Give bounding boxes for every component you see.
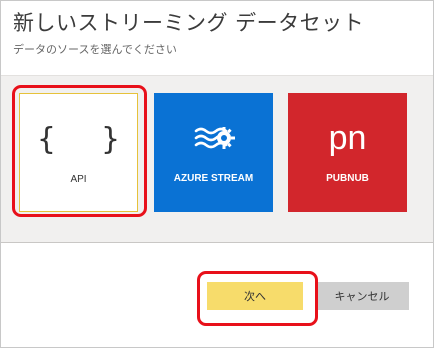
source-tile-azure-stream[interactable]: AZURE STREAM bbox=[154, 93, 273, 212]
pubnub-logo: pn bbox=[328, 119, 367, 157]
next-button[interactable]: 次へ bbox=[207, 282, 303, 310]
tile-label-pubnub: PUBNUB bbox=[326, 173, 369, 184]
braces-icon: { } bbox=[37, 122, 134, 157]
tile-label-azure-stream: AZURE STREAM bbox=[173, 173, 254, 184]
source-tile-pubnub[interactable]: pn PUBNUB bbox=[288, 93, 407, 212]
streaming-dataset-dialog: 新しいストリーミング データセット データのソースを選んでください { } AP… bbox=[0, 0, 434, 348]
dialog-title: 新しいストリーミング データセット bbox=[13, 11, 365, 35]
dialog-subtitle: データのソースを選んでください bbox=[13, 43, 177, 56]
tile-label-api: API bbox=[70, 174, 87, 185]
azure-stream-gear-icon bbox=[154, 119, 273, 163]
source-tile-api[interactable]: { } API bbox=[19, 93, 138, 212]
cancel-button[interactable]: キャンセル bbox=[315, 282, 409, 310]
